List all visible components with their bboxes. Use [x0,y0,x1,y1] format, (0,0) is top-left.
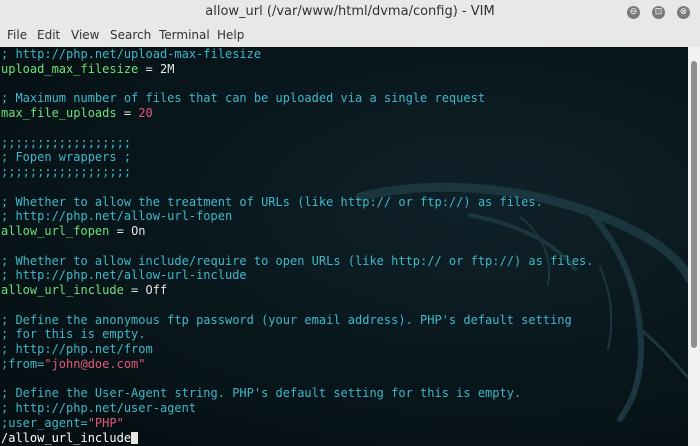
editor-buffer[interactable]: ; http://php.net/upload-max-filesize uplo… [1,47,687,445]
line-comment: ; Define the anonymous ftp password (you… [1,312,572,327]
editor-line: ; Define the anonymous ftp password (you… [1,313,687,328]
line-comment: ; Fopen wrappers ; [1,150,132,165]
line-comment: ; http://php.net/from [1,342,153,356]
menu-search[interactable]: Search [110,28,151,42]
line-comment: ; Whether to allow include/require to op… [1,253,594,268]
menu-edit[interactable]: Edit [37,28,60,42]
equals-sign: = [138,61,160,76]
config-value: Off [145,283,168,297]
editor-line: ; for this is empty. [1,327,687,342]
equals-sign: = [109,224,132,238]
config-value: 2M [159,61,175,76]
line-comment: ;from= [1,356,45,371]
scrollbar-thumb[interactable] [691,61,697,348]
editor-line: ; Fopen wrappers ; [1,150,687,165]
title-bar[interactable]: allow_url (/var/www/html/dvma/config) - … [0,0,700,25]
line-comment: ; http://php.net/allow-url-fopen [1,209,233,224]
editor-line: allow_url_fopen = On [1,224,687,239]
editor-line: ; Whether to allow include/require to op… [1,254,687,269]
editor-line: ;from="john@doe.com" [1,357,687,372]
editor-line: ;;;;;;;;;;;;;;;;;; [1,136,687,151]
vim-command-line[interactable]: /allow_url_include [1,431,687,446]
menu-file[interactable]: File [7,28,27,42]
menu-help[interactable]: Help [217,28,244,42]
config-key: allow_url_fopen [1,224,110,238]
editor-line: upload_max_filesize = 2M [1,62,687,77]
terminal-area[interactable]: ; http://php.net/upload-max-filesize uplo… [0,47,688,446]
line-comment: ; http://php.net/user-agent [1,401,197,415]
line-comment: ;;;;;;;;;;;;;;;;;; [1,135,132,150]
line-comment: ; Maximum number of files that can be up… [1,91,486,106]
scrollbar[interactable] [688,47,700,446]
editor-line: ; http://php.net/allow-url-fopen [1,209,687,224]
window-title: allow_url (/var/www/html/dvma/config) - … [205,4,495,19]
close-button[interactable]: ⊗ [677,6,690,19]
editor-line: ; Define the User-Agent string. PHP's de… [1,386,687,401]
editor-line: allow_url_include = Off [1,283,687,298]
editor-line: ;;;;;;;;;;;;;;;;;; [1,165,687,180]
editor-line: ; http://php.net/from [1,342,687,357]
line-comment: ; Define the User-Agent string. PHP's de… [1,386,522,401]
line-comment: ;;;;;;;;;;;;;;;;;; [1,165,132,179]
vim-terminal-window: allow_url (/var/www/html/dvma/config) - … [0,0,700,446]
config-key: upload_max_filesize [1,61,139,76]
editor-line: ; http://php.net/allow-url-include [1,268,687,283]
string-literal: "PHP" [87,415,124,430]
line-comment: ; http://php.net/upload-max-filesize [1,47,262,61]
line-comment: ; http://php.net/allow-url-include [1,268,247,283]
line-comment: ;user_agent= [1,415,88,430]
editor-line: ; Whether to allow the treatment of URLs… [1,195,687,210]
config-value: On [131,224,146,238]
editor-line: ; http://php.net/upload-max-filesize [1,47,687,62]
editor-line: ;user_agent="PHP" [1,416,687,431]
editor-line: ; Maximum number of files that can be up… [1,91,687,106]
menu-terminal[interactable]: Terminal [159,28,210,42]
config-key: max_file_uploads [1,106,117,120]
config-value: 20 [138,106,153,120]
text-cursor [131,431,139,444]
minimize-button[interactable]: ⊖ [627,6,640,19]
string-literal: "john@doe.com" [44,356,146,371]
editor-line: max_file_uploads = 20 [1,106,687,121]
search-command-text: /allow_url_include [1,430,132,445]
menu-view[interactable]: View [71,28,99,42]
maximize-button[interactable]: ⊡ [652,6,665,19]
editor-line: ; http://php.net/user-agent [1,401,687,416]
config-key: allow_url_include [1,283,124,297]
line-comment: ; for this is empty. [1,327,146,342]
line-comment: ; Whether to allow the treatment of URLs… [1,194,543,209]
equals-sign: = [116,106,139,120]
menu-bar: File Edit View Search Terminal Help [0,25,700,48]
equals-sign: = [123,283,146,297]
